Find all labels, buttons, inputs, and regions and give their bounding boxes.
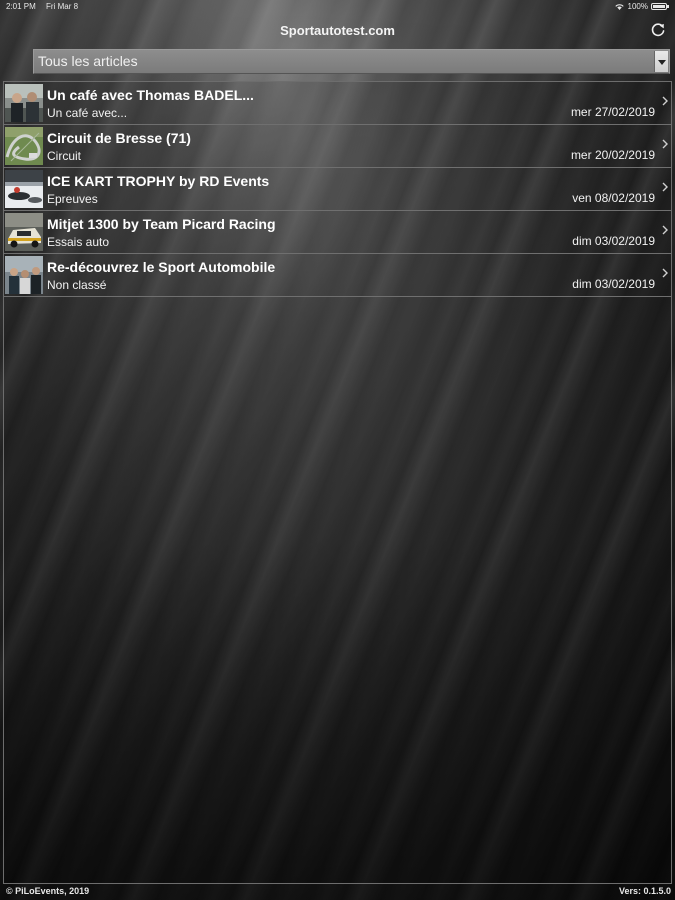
battery-percent: 100% [627,2,648,11]
battery-icon [651,3,669,10]
article-row[interactable]: Mitjet 1300 by Team Picard Racing Essais… [4,211,671,254]
status-bar: 2:01 PM Fri Mar 8 100% [0,0,675,14]
chevron-right-icon [662,139,668,149]
article-row[interactable]: ICE KART TROPHY by RD Events Epreuves ve… [4,168,671,211]
article-category: Non classé [47,278,107,292]
article-title: Circuit de Bresse (71) [47,130,191,146]
chevron-right-icon [662,225,668,235]
chevron-right-icon [662,96,668,106]
status-date: Fri Mar 8 [46,2,79,11]
article-title: Mitjet 1300 by Team Picard Racing [47,216,276,232]
article-date: dim 03/02/2019 [572,277,655,291]
article-list: Un café avec Thomas BADEL... Un café ave… [3,81,672,884]
article-row[interactable]: Re-découvrez le Sport Automobile Non cla… [4,254,671,297]
article-date: ven 08/02/2019 [572,191,655,205]
wifi-icon [614,3,624,10]
article-category: Circuit [47,149,82,163]
chevron-down-icon[interactable] [654,51,668,72]
article-thumbnail [5,84,43,122]
footer-version: Vers: 0.1.5.0 [618,886,671,896]
article-title: Re-découvrez le Sport Automobile [47,259,276,275]
footer-copyright: © PiLoEvents, 2019 [6,886,90,896]
page-title: Sportautotest.com [280,23,395,38]
article-thumbnail [5,256,43,294]
status-right: 100% [614,2,669,11]
status-left: 2:01 PM Fri Mar 8 [6,2,86,11]
article-title: Un café avec Thomas BADEL... [47,87,254,103]
article-title: ICE KART TROPHY by RD Events [47,173,270,189]
refresh-icon[interactable] [649,21,667,39]
chevron-right-icon [662,268,668,278]
chevron-right-icon [662,182,668,192]
article-row[interactable]: Circuit de Bresse (71) Circuit mer 20/02… [4,125,671,168]
status-time: 2:01 PM [6,2,36,11]
article-date: mer 27/02/2019 [570,105,655,119]
article-date: dim 03/02/2019 [572,234,655,248]
category-filter-dropdown[interactable]: Tous les articles [33,49,670,74]
article-thumbnail [5,127,43,165]
app-screen: 2:01 PM Fri Mar 8 100% Sportautotest.com… [0,0,675,900]
category-filter-value: Tous les articles [38,53,138,69]
article-thumbnail [5,170,43,208]
article-category: Essais auto [47,235,110,249]
article-category: Epreuves [47,192,98,206]
article-category: Un café avec... [47,106,128,120]
article-date: mer 20/02/2019 [570,148,655,162]
article-row[interactable]: Un café avec Thomas BADEL... Un café ave… [4,82,671,125]
article-thumbnail [5,213,43,251]
nav-bar: Sportautotest.com [0,16,675,46]
